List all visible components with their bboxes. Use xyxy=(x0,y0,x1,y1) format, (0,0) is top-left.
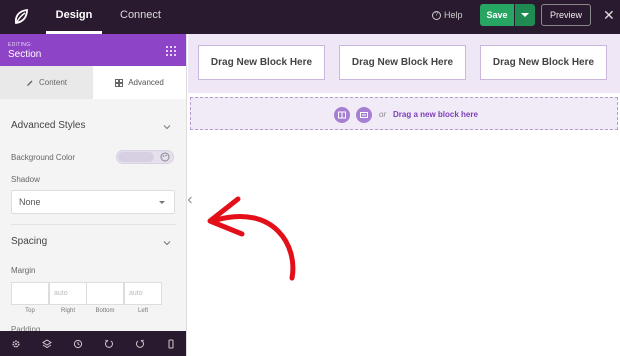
top-bar: Design Connect ? Help Save Preview ✕ xyxy=(0,0,620,34)
editing-label: EDITING: xyxy=(8,42,33,48)
seedprod-logo-icon[interactable] xyxy=(10,6,32,28)
annotation-arrow-icon xyxy=(207,196,296,281)
drag-block-slot-1[interactable]: Drag New Block Here xyxy=(198,45,325,80)
tab-connect[interactable]: Connect xyxy=(120,0,161,34)
tab-content[interactable]: Content xyxy=(0,66,93,99)
background-color-picker[interactable] xyxy=(116,150,174,164)
margin-right-input[interactable]: auto xyxy=(49,282,87,305)
block-icon xyxy=(360,112,368,118)
background-color-label: Background Color xyxy=(11,153,76,162)
margin-left-input[interactable]: auto xyxy=(124,282,162,305)
save-button[interactable]: Save xyxy=(480,4,514,26)
help-link[interactable]: ? Help xyxy=(432,10,463,20)
sidebar-header: EDITING: Section xyxy=(0,34,186,66)
redo-icon[interactable] xyxy=(135,339,145,349)
mobile-preview-icon[interactable] xyxy=(166,339,176,349)
chevron-down-icon[interactable] xyxy=(163,239,171,247)
margin-bottom-input[interactable] xyxy=(86,282,124,305)
color-swatch[interactable] xyxy=(118,152,154,162)
preview-button[interactable]: Preview xyxy=(541,4,591,26)
undo-icon[interactable] xyxy=(104,339,114,349)
drag-new-block-link[interactable]: Drag a new block here xyxy=(393,110,478,119)
advanced-icon xyxy=(115,78,124,87)
pencil-icon xyxy=(26,80,33,86)
page-canvas: Drag New Block Here Drag New Block Here … xyxy=(188,34,620,356)
tab-design[interactable]: Design xyxy=(46,0,102,34)
help-label: Help xyxy=(444,10,463,20)
add-block-button[interactable] xyxy=(356,107,372,123)
margin-label: Margin xyxy=(11,266,36,275)
shadow-select[interactable]: None xyxy=(11,190,175,214)
section-label: Section xyxy=(8,49,42,60)
sidebar-tabs: Content Advanced xyxy=(0,66,186,99)
columns-icon xyxy=(338,111,346,119)
save-options-dropdown[interactable] xyxy=(515,4,535,26)
drag-block-slot-3[interactable]: Drag New Block Here xyxy=(480,45,607,80)
history-icon[interactable] xyxy=(73,339,83,349)
drag-block-slot-2[interactable]: Drag New Block Here xyxy=(339,45,466,80)
tab-content-label: Content xyxy=(38,78,68,87)
layers-icon[interactable] xyxy=(41,338,52,349)
add-row-button[interactable] xyxy=(334,107,350,123)
divider xyxy=(11,224,176,225)
margin-top-input[interactable] xyxy=(11,282,49,305)
tab-advanced-label: Advanced xyxy=(128,78,164,87)
spacing-title[interactable]: Spacing xyxy=(11,236,47,247)
settings-icon[interactable] xyxy=(11,339,21,349)
tab-advanced[interactable]: Advanced xyxy=(93,66,186,99)
palette-icon[interactable] xyxy=(160,152,170,162)
help-icon: ? xyxy=(432,10,441,20)
margin-right-label: Right xyxy=(60,308,75,314)
margin-left-label: Left xyxy=(137,308,148,314)
grid-menu-icon[interactable] xyxy=(165,45,177,57)
settings-sidebar: EDITING: Section Content Advanced Advanc… xyxy=(0,34,187,356)
advanced-styles-title[interactable]: Advanced Styles xyxy=(11,120,86,131)
shadow-label: Shadow xyxy=(11,175,40,184)
margin-bottom-label: Bottom xyxy=(95,308,115,314)
bottom-toolbar xyxy=(0,331,186,356)
drop-zone[interactable]: or Drag a new block here xyxy=(190,97,618,130)
block-row: Drag New Block Here Drag New Block Here … xyxy=(188,34,620,93)
chevron-down-icon[interactable] xyxy=(163,123,171,131)
close-icon[interactable]: ✕ xyxy=(603,6,615,24)
or-text: or xyxy=(379,110,387,119)
margin-top-label: Top xyxy=(25,308,35,314)
